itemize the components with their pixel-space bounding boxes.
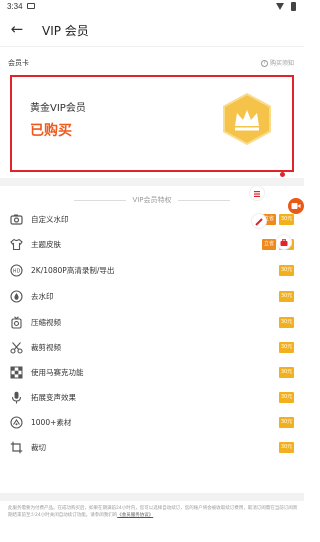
privilege-row-compress: 压缩视频 30元 <box>0 312 304 334</box>
privilege-label: 自定义水印 <box>31 215 69 224</box>
floating-record-button[interactable] <box>288 198 304 214</box>
privilege-row-crop: 裁切 30元 <box>0 437 304 459</box>
price-badge: 30元 <box>279 417 294 428</box>
scissors-icon <box>10 342 23 354</box>
footer-disclaimer: 此服务需要为付费产品。在成功购买后，如果在期满前24小时内，您可以选择自动续订，… <box>8 505 298 519</box>
privilege-row-mosaic: 使用马赛克功能 30元 <box>0 362 304 384</box>
privilege-label: 去水印 <box>31 292 54 301</box>
shirt-icon <box>10 238 23 251</box>
privilege-label: 裁切 <box>31 443 46 452</box>
privilege-label: 2K/1080P高清录制/导出 <box>31 266 115 275</box>
status-bar: 3:34 <box>0 0 304 14</box>
footer-separator <box>0 493 304 501</box>
purchase-notes-link[interactable]: ? 购买须知 <box>260 58 294 67</box>
crop-icon <box>10 441 23 454</box>
camera-watermark-icon <box>10 214 23 225</box>
price-badge: 30元 <box>279 342 294 353</box>
savings-tag: 立省 <box>262 239 277 250</box>
privileges-title-text: VIP会员特权 <box>132 196 172 204</box>
floating-brush-button[interactable] <box>251 213 267 229</box>
privilege-label: 1000+素材 <box>31 418 72 427</box>
back-arrow-icon[interactable]: ← <box>8 19 26 39</box>
privilege-row-voice: 拓展变声效果 30元 <box>0 387 304 409</box>
floating-toolbox-button[interactable] <box>276 234 292 250</box>
privilege-row-theme: 主题皮肤 立省 30元 <box>0 234 304 256</box>
vip-card-title: 黄金VIP会员 <box>30 103 86 114</box>
price-badge: 30元 <box>279 442 294 453</box>
privilege-row-trim: 裁剪视频 30元 <box>0 337 304 359</box>
hd-icon: HD <box>10 264 23 277</box>
drop-icon <box>10 290 23 303</box>
compress-video-icon <box>11 316 22 329</box>
membership-card-label: 会员卡 <box>8 59 29 67</box>
price-badge: 30元 <box>279 214 294 225</box>
crown-icon <box>223 93 271 145</box>
notification-icon <box>27 3 35 9</box>
price-badge: 30元 <box>279 291 294 302</box>
video-camera-icon <box>291 203 301 209</box>
privilege-row-materials: 1000+素材 30元 <box>0 412 304 434</box>
vip-card[interactable]: 黄金VIP会员 已购买 <box>10 75 294 172</box>
privilege-row-hd: HD 2K/1080P高清录制/导出 30元 <box>0 260 304 282</box>
privilege-label: 压缩视频 <box>31 318 61 327</box>
svg-text:HD: HD <box>13 269 21 275</box>
signal-icon <box>276 3 284 10</box>
vip-card-status: 已购买 <box>30 123 72 139</box>
privilege-row-remove-watermark: 去水印 30元 <box>0 286 304 308</box>
brush-icon <box>255 218 263 226</box>
price-badge: 30元 <box>279 392 294 403</box>
floating-list-button[interactable] <box>249 185 265 201</box>
question-icon: ? <box>260 60 268 67</box>
mosaic-icon <box>10 366 23 379</box>
header-divider <box>0 46 304 47</box>
microphone-icon <box>11 391 22 404</box>
list-icon <box>254 191 260 197</box>
top-bar: ← VIP 会员 <box>0 14 304 46</box>
title-line-right <box>177 199 230 201</box>
status-time: 3:34 <box>7 2 23 11</box>
price-badge: 30元 <box>279 265 294 276</box>
purchase-notes-text: 购买须知 <box>269 60 294 67</box>
page-title: VIP 会员 <box>42 24 89 38</box>
price-badge: 30元 <box>279 367 294 378</box>
notification-dot <box>280 172 285 177</box>
privilege-label: 使用马赛克功能 <box>31 368 84 377</box>
privilege-label: 裁剪视频 <box>31 343 61 352</box>
service-agreement-link[interactable]: 《会员服务协议》 <box>117 513 153 518</box>
title-line-left <box>74 199 127 201</box>
price-badge: 30元 <box>279 317 294 328</box>
privilege-label: 拓展变声效果 <box>31 393 76 402</box>
materials-icon <box>10 416 23 429</box>
privilege-label: 主题皮肤 <box>31 240 61 249</box>
toolbox-icon <box>280 239 288 246</box>
battery-icon <box>291 2 296 11</box>
